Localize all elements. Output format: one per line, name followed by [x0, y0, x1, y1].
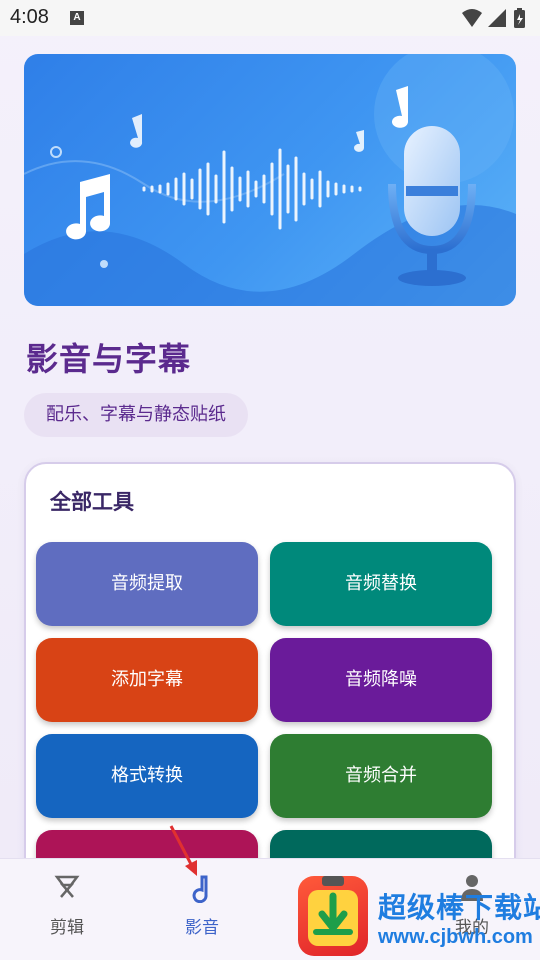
status-time: 4:08 [10, 6, 49, 28]
battery-icon [514, 8, 525, 28]
nav-item-media[interactable]: 影音 [162, 873, 242, 938]
tool-label: 音频降噪 [345, 669, 417, 690]
subtitle-chip: 配乐、字幕与静态贴纸 [24, 393, 248, 437]
tool-label: 添加字幕 [111, 669, 183, 690]
watermark: 超级棒下载站 www.cjbwh.com [298, 872, 540, 960]
music-note-icon [66, 86, 408, 240]
page-title: 影音与字幕 [26, 340, 192, 378]
nav-label: 影音 [185, 918, 219, 938]
sound-wave [142, 148, 362, 230]
status-icons [460, 7, 530, 33]
watermark-title: 超级棒下载站 [378, 891, 540, 924]
nav-item-edit[interactable]: 剪辑 [27, 873, 107, 938]
tool-format-convert-button[interactable]: 格式转换 [36, 734, 258, 818]
tool-label: 音频提取 [111, 573, 183, 594]
tool-label: 音频替换 [345, 573, 417, 594]
signal-icon [488, 9, 506, 27]
watermark-url: www.cjbwh.com [378, 926, 533, 948]
scissors-icon [54, 875, 80, 898]
tool-label: 格式转换 [111, 765, 183, 786]
tool-audio-merge-button[interactable]: 音频合并 [270, 734, 492, 818]
tools-title: 全部工具 [50, 490, 134, 514]
tools-card: 全部工具 音频提取 音频替换 添加字幕 音频降噪 格式转换 音频合并 [24, 462, 516, 914]
tool-add-subtitle-button[interactable]: 添加字幕 [36, 638, 258, 722]
annotation-arrow-icon [169, 825, 197, 876]
wifi-icon [462, 9, 482, 27]
tool-noise-reduction-button[interactable]: 音频降噪 [270, 638, 492, 722]
tool-audio-replace-button[interactable]: 音频替换 [270, 542, 492, 626]
hero-banner [24, 54, 516, 306]
nav-label: 剪辑 [50, 918, 84, 938]
status-bar: 4:08 A [0, 0, 540, 36]
notification-icon: A [70, 11, 84, 25]
tool-audio-extract-button[interactable]: 音频提取 [36, 542, 258, 626]
tool-label: 音频合并 [345, 765, 417, 786]
watermark-logo-icon [298, 876, 368, 956]
